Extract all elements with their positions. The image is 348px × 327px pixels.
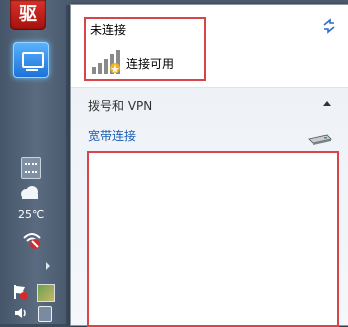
broadband-connection-link[interactable]: 宽带连接 (88, 127, 136, 144)
driver-app-label: 驱 (19, 4, 37, 25)
keyboard-keys (25, 163, 37, 173)
taskbar: 驱 25℃ (0, 0, 66, 324)
connection-list-highlight-box (87, 151, 339, 327)
temperature-text: 25℃ (18, 208, 45, 221)
status-title: 未连接 (90, 23, 127, 37)
computer-app-icon[interactable] (13, 42, 49, 78)
driver-app-icon[interactable]: 驱 (10, 0, 46, 30)
dialup-vpn-header: 拨号和 VPN (88, 99, 153, 113)
connections-available-label: 连接可用 (126, 57, 175, 71)
photo-app-icon[interactable] (37, 284, 55, 302)
weather-cloud-icon[interactable] (18, 186, 42, 200)
show-hidden-icons-arrow[interactable] (46, 262, 50, 270)
monitor-stand (26, 69, 38, 71)
collapse-chevron-up-icon[interactable] (323, 101, 331, 106)
monitor-icon (22, 52, 44, 68)
action-center-flag-icon[interactable] (12, 284, 28, 300)
keyboard-icon[interactable] (21, 157, 41, 179)
refresh-connections-icon[interactable] (320, 17, 338, 35)
speaker-icon[interactable] (14, 306, 28, 320)
usb-device-icon[interactable] (38, 306, 52, 322)
signal-strength-warning-icon (92, 50, 120, 74)
modem-icon (308, 134, 332, 145)
wifi-disconnected-icon[interactable] (22, 230, 42, 250)
network-connections-panel: 未连接 连接可用 拨号和 VPN 宽带连接 (70, 4, 348, 327)
